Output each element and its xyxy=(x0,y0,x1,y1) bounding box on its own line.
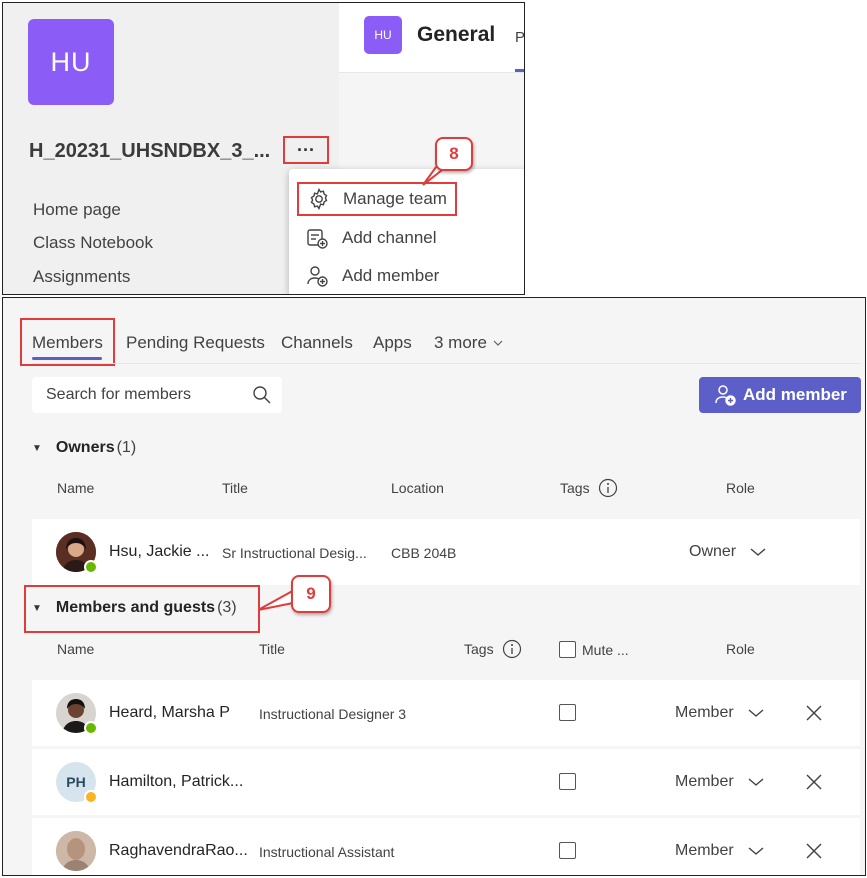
member-name[interactable]: Hamilton, Patrick... xyxy=(109,773,243,791)
col-role: Role xyxy=(726,641,755,657)
team-menu-panel: HU H_20231_UHSNDBX_3_... ··· Home page C… xyxy=(2,2,525,295)
manage-team-panel: Members Pending Requests Channels Apps 3… xyxy=(2,297,866,876)
role-dropdown[interactable]: Member xyxy=(675,773,764,791)
members-section-toggle[interactable]: ▼ Members and guests (3) xyxy=(32,599,237,617)
col-name[interactable]: Name xyxy=(57,641,94,657)
add-member-label: Add member xyxy=(743,385,847,404)
section-label: Members and guests xyxy=(55,599,216,616)
channel-avatar: HU xyxy=(364,16,402,54)
step-callout-9: 9 xyxy=(291,575,331,613)
channel-tab-indicator xyxy=(515,69,524,72)
status-available-icon xyxy=(84,721,98,735)
section-label: Owners xyxy=(55,439,115,456)
mute-all-checkbox[interactable] xyxy=(559,641,576,658)
avatar xyxy=(56,831,96,871)
channel-tab[interactable]: P xyxy=(515,29,524,46)
channel-title: General xyxy=(417,23,496,46)
caret-down-icon: ▼ xyxy=(32,602,42,614)
add-person-icon xyxy=(307,266,328,287)
member-title: Sr Instructional Desig... xyxy=(222,545,367,561)
info-icon[interactable] xyxy=(502,639,522,659)
team-options-menu: Manage team Add channel Add member xyxy=(289,169,524,294)
chevron-down-icon xyxy=(748,778,764,786)
member-location: CBB 204B xyxy=(391,545,457,561)
search-input[interactable] xyxy=(32,377,282,413)
col-name[interactable]: Name xyxy=(57,480,94,496)
chevron-down-icon xyxy=(493,340,503,346)
table-row[interactable]: PH Hamilton, Patrick... Member xyxy=(32,749,860,815)
table-row[interactable]: Heard, Marsha P Instructional Designer 3… xyxy=(32,680,860,746)
menu-item-manage-team[interactable]: Manage team xyxy=(297,182,457,216)
tab-active-indicator xyxy=(32,357,102,360)
col-tags[interactable]: Tags xyxy=(560,478,618,498)
col-mute-label: Mute ... xyxy=(582,641,629,658)
info-icon[interactable] xyxy=(598,478,618,498)
menu-item-label: Add channel xyxy=(342,228,437,247)
search-icon[interactable] xyxy=(252,385,272,405)
person-photo-icon xyxy=(56,831,96,871)
tab-divider xyxy=(32,363,860,364)
role-label: Owner xyxy=(689,543,737,560)
menu-item-label: Add member xyxy=(342,266,440,285)
member-name[interactable]: Hsu, Jackie ... xyxy=(109,543,209,561)
close-icon[interactable] xyxy=(805,704,823,722)
close-icon[interactable] xyxy=(805,773,823,791)
channel-header: HU General P xyxy=(339,3,524,73)
table-row[interactable]: RaghavendraRao... Instructional Assistan… xyxy=(32,818,860,875)
section-count: (3) xyxy=(217,599,237,616)
team-name: H_20231_UHSNDBX_3_... xyxy=(29,140,271,162)
col-mute[interactable]: Mute ... xyxy=(559,641,629,658)
role-dropdown[interactable]: Owner xyxy=(689,543,766,561)
role-dropdown[interactable]: Member xyxy=(675,842,764,860)
add-member-button[interactable]: Add member xyxy=(699,377,861,413)
search-box xyxy=(32,377,282,413)
section-count: (1) xyxy=(116,439,137,456)
status-away-icon xyxy=(84,790,98,804)
add-channel-icon xyxy=(307,229,328,249)
member-title: Instructional Assistant xyxy=(259,844,395,860)
caret-down-icon: ▼ xyxy=(32,442,42,454)
tab-pending-requests[interactable]: Pending Requests xyxy=(126,333,265,353)
more-options-button[interactable]: ··· xyxy=(283,136,329,164)
role-label: Member xyxy=(675,842,734,859)
tab-members[interactable]: Members xyxy=(32,333,103,353)
add-person-icon xyxy=(715,385,736,406)
mute-checkbox[interactable] xyxy=(559,704,576,721)
col-location[interactable]: Location xyxy=(391,480,444,496)
chevron-down-icon xyxy=(748,709,764,717)
nav-assignments[interactable]: Assignments xyxy=(33,267,130,287)
tab-more[interactable]: 3 more xyxy=(434,333,503,353)
tab-channels[interactable]: Channels xyxy=(281,333,353,353)
member-title: Instructional Designer 3 xyxy=(259,706,407,722)
table-row[interactable]: Hsu, Jackie ... Sr Instructional Desig..… xyxy=(32,519,860,585)
close-icon[interactable] xyxy=(805,842,823,860)
col-title[interactable]: Title xyxy=(222,480,248,496)
chevron-down-icon xyxy=(750,548,766,556)
role-label: Member xyxy=(675,704,734,721)
menu-item-label: Manage team xyxy=(343,189,447,208)
col-tags-label: Tags xyxy=(560,480,590,496)
chevron-down-icon xyxy=(748,847,764,855)
status-available-icon xyxy=(84,560,98,574)
col-title[interactable]: Title xyxy=(259,641,285,657)
member-name[interactable]: RaghavendraRao... xyxy=(109,842,248,860)
nav-home-page[interactable]: Home page xyxy=(33,200,121,220)
tab-more-label: 3 more xyxy=(434,333,487,352)
tab-apps[interactable]: Apps xyxy=(373,333,412,353)
owners-section-toggle[interactable]: ▼ Owners (1) xyxy=(32,439,136,457)
col-tags[interactable]: Tags xyxy=(464,639,522,659)
role-label: Member xyxy=(675,773,734,790)
mute-checkbox[interactable] xyxy=(559,773,576,790)
gear-icon xyxy=(310,187,328,211)
col-role: Role xyxy=(726,480,755,496)
menu-item-add-member[interactable]: Add member xyxy=(289,259,524,293)
menu-item-add-channel[interactable]: Add channel xyxy=(289,221,524,255)
step-callout-8: 8 xyxy=(435,137,473,171)
mute-checkbox[interactable] xyxy=(559,842,576,859)
team-avatar: HU xyxy=(28,19,114,105)
col-tags-label: Tags xyxy=(464,641,494,657)
member-name[interactable]: Heard, Marsha P xyxy=(109,704,230,722)
role-dropdown[interactable]: Member xyxy=(675,704,764,722)
nav-class-notebook[interactable]: Class Notebook xyxy=(33,233,153,253)
